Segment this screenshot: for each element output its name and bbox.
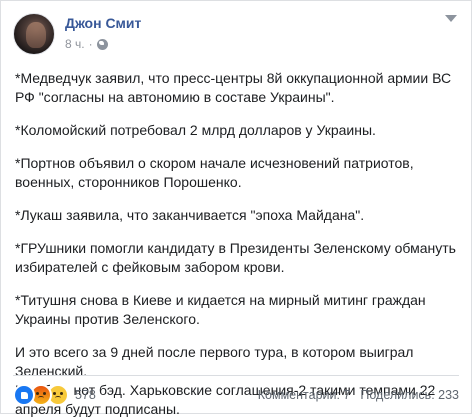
globe-icon[interactable] [96, 38, 108, 50]
post-card: Джон Смит 8 ч. · *Медведчук заявил, что … [0, 0, 472, 417]
post-time[interactable]: 8 ч. [65, 37, 85, 51]
post-paragraph: *Коломойский потребовал 2 млрд долларов … [15, 122, 376, 138]
comments-count[interactable]: Комментарии: 7 [258, 388, 351, 402]
author-name[interactable]: Джон Смит [65, 15, 141, 31]
post-paragraph: *Медведчук заявил, что пресс-центры 8й о… [15, 70, 452, 105]
reactions[interactable]: 578 [13, 384, 96, 406]
post-paragraph: *ГРУшники помогли кандидату в Президенты… [15, 240, 456, 275]
chevron-down-icon[interactable] [445, 15, 457, 22]
avatar[interactable] [13, 13, 55, 55]
like-icon[interactable] [13, 384, 35, 406]
post-body: *Медведчук заявил, что пресс-центры 8й о… [15, 69, 457, 419]
post-paragraph: *Портнов объявил о скором начале исчезно… [15, 155, 414, 190]
meta-separator: · [88, 37, 93, 51]
footer-divider [13, 375, 459, 376]
post-paragraph: *Лукаш заявила, что заканчивается "эпоха… [15, 207, 365, 223]
reaction-count[interactable]: 578 [75, 388, 96, 402]
post-paragraph: *Титушня снова в Киеве и кидается на мир… [15, 292, 426, 327]
avatar-face [26, 22, 46, 48]
post-footer: 578 Комментарии: 7 Поделились: 233 [13, 384, 459, 406]
post-meta: 8 ч. · [65, 37, 108, 51]
shares-count[interactable]: Поделились: 233 [360, 388, 459, 402]
